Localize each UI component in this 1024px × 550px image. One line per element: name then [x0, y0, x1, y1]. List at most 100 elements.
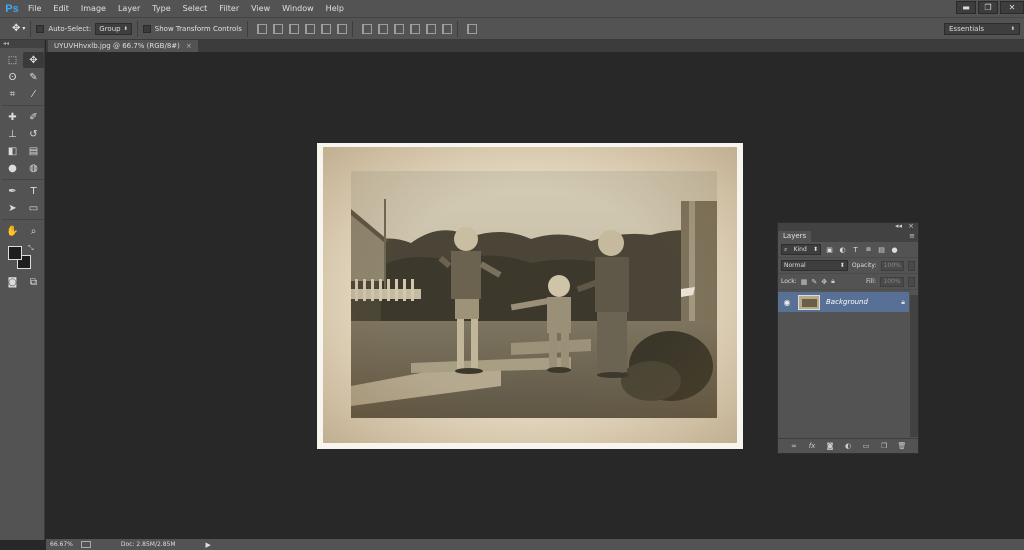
filter-toggle-icon[interactable]: ● [890, 245, 899, 254]
menu-edit[interactable]: Edit [47, 0, 75, 17]
tab-layers[interactable]: Layers [778, 231, 812, 242]
auto-align-icon[interactable] [466, 23, 477, 34]
show-transform-option[interactable]: Show Transform Controls [142, 24, 242, 33]
lasso-tool-icon[interactable]: ʘ [2, 69, 23, 85]
layers-scrollbar[interactable] [910, 295, 918, 437]
new-group-icon[interactable]: ▭ [861, 442, 871, 450]
tools-panel-header[interactable]: ◂◂ [0, 40, 44, 48]
align-bottom-icon[interactable] [288, 23, 299, 34]
distribute-top-icon[interactable] [361, 23, 372, 34]
blur-tool-icon[interactable]: ● [2, 160, 23, 176]
auto-select-checkbox[interactable] [36, 24, 45, 33]
divider [2, 219, 44, 220]
history-brush-tool-icon[interactable]: ↺ [23, 126, 44, 142]
lock-all-icon[interactable]: 🔒︎ [831, 277, 835, 286]
lock-image-icon[interactable]: ✎ [811, 278, 817, 286]
foreground-color-swatch[interactable] [8, 246, 22, 260]
adjustment-filter-icon[interactable]: ◐ [838, 245, 847, 254]
clone-stamp-tool-icon[interactable]: ⊥ [2, 126, 23, 142]
opacity-input[interactable]: 100% [880, 260, 905, 271]
zoom-tool-icon[interactable]: ⌕ [23, 223, 44, 239]
menu-help[interactable]: Help [320, 0, 350, 17]
layer-row[interactable]: ◉ Background 🔒︎ [778, 292, 909, 312]
gradient-tool-icon[interactable]: ▤ [23, 143, 44, 159]
distribute-vcenter-icon[interactable] [377, 23, 388, 34]
align-vcenter-icon[interactable] [272, 23, 283, 34]
dodge-tool-icon[interactable]: ◍ [23, 160, 44, 176]
pixel-filter-icon[interactable]: ▣ [825, 245, 834, 254]
menu-layer[interactable]: Layer [112, 0, 146, 17]
swap-colors-icon[interactable]: ⤡ [28, 244, 34, 253]
menu-image[interactable]: Image [75, 0, 112, 17]
close-tab-icon[interactable]: × [186, 42, 192, 50]
lock-position-icon[interactable]: ✥ [821, 278, 827, 286]
quick-select-tool-icon[interactable]: ✎ [23, 69, 44, 85]
eraser-tool-icon[interactable]: ◧ [2, 143, 23, 159]
delete-layer-icon[interactable]: 🗑︎ [897, 442, 907, 450]
kind-label: Kind [793, 246, 807, 253]
path-selection-tool-icon[interactable]: ➤ [2, 200, 23, 216]
quick-mask-icon[interactable]: ◙ [2, 274, 23, 290]
menu-view[interactable]: View [245, 0, 276, 17]
fill-slider-toggle[interactable] [908, 276, 915, 287]
shape-filter-icon[interactable]: ⧈ [864, 245, 873, 254]
visibility-eye-icon[interactable]: ◉ [782, 298, 792, 307]
restore-button[interactable]: ❐ [978, 1, 998, 14]
distribute-bottom-icon[interactable] [393, 23, 404, 34]
adjustment-layer-icon[interactable]: ◐ [843, 442, 853, 450]
align-left-icon[interactable] [304, 23, 315, 34]
menu-type[interactable]: Type [146, 0, 176, 17]
options-bar: ✥ ▾ Auto-Select: Group ⬍ Show Transform C… [0, 17, 1024, 40]
move-icon: ✥ [12, 23, 21, 34]
move-tool-icon[interactable]: ✥ [23, 52, 44, 68]
type-filter-icon[interactable]: T [851, 245, 860, 254]
link-layers-icon[interactable]: ∞ [789, 442, 799, 450]
type-tool-icon[interactable]: T [23, 183, 44, 199]
screen-mode-icon[interactable]: ⧉ [23, 274, 44, 290]
hand-tool-icon[interactable]: ✋ [2, 223, 23, 239]
minimize-button[interactable]: ▬ [956, 1, 976, 14]
zoom-level[interactable]: 66.67% [50, 541, 73, 548]
distribute-right-icon[interactable] [441, 23, 452, 34]
marquee-tool-icon[interactable]: ⬚ [2, 52, 23, 68]
menu-filter[interactable]: Filter [213, 0, 245, 17]
eyedropper-tool-icon[interactable]: ⁄ [23, 86, 44, 102]
align-top-icon[interactable] [256, 23, 267, 34]
align-hcenter-icon[interactable] [320, 23, 331, 34]
show-transform-checkbox[interactable] [142, 24, 151, 33]
panel-menu-icon[interactable]: ≡ [909, 231, 915, 242]
rectangle-tool-icon[interactable]: ▭ [23, 200, 44, 216]
menu-select[interactable]: Select [177, 0, 214, 17]
workspace-dropdown[interactable]: Essentials ⬍ [944, 23, 1020, 35]
auto-select-dropdown[interactable]: Group ⬍ [95, 22, 132, 35]
lock-transparent-icon[interactable]: ▦ [801, 278, 808, 286]
fill-input[interactable]: 100% [880, 276, 904, 287]
layer-kind-filter[interactable]: ⌕ Kind ⬍ [781, 244, 821, 255]
close-window-button[interactable]: ✕ [1000, 1, 1024, 14]
menu-file[interactable]: File [22, 0, 47, 17]
add-mask-icon[interactable]: ◙ [825, 442, 835, 450]
move-tool-preset[interactable]: ✥ ▾ [12, 23, 25, 34]
layer-style-icon[interactable]: fx [807, 442, 817, 450]
smart-object-filter-icon[interactable]: ▤ [877, 245, 886, 254]
distribute-hcenter-icon[interactable] [425, 23, 436, 34]
blend-mode-dropdown[interactable]: Normal ⬍ [781, 260, 848, 271]
fill-label: Fill: [865, 278, 876, 285]
document-tab[interactable]: UYUVHhvxlb.jpg @ 66.7% (RGB/8#) × [48, 40, 198, 52]
collapse-panel-icon[interactable]: ◂◂ [895, 222, 902, 230]
crop-tool-icon[interactable]: ⌗ [2, 86, 23, 102]
brush-tool-icon[interactable]: ✐ [23, 109, 44, 125]
pen-tool-icon[interactable]: ✒ [2, 183, 23, 199]
healing-brush-tool-icon[interactable]: ✚ [2, 109, 23, 125]
align-right-icon[interactable] [336, 23, 347, 34]
auto-select-option[interactable]: Auto-Select: [36, 24, 91, 33]
status-menu-arrow-icon[interactable]: ▶ [206, 541, 211, 549]
layers-panel-titlebar[interactable]: ◂◂ × [778, 222, 918, 231]
new-layer-icon[interactable]: ❐ [879, 442, 889, 450]
layer-name[interactable]: Background [826, 298, 895, 306]
opacity-slider-toggle[interactable] [908, 260, 915, 271]
close-panel-icon[interactable]: × [908, 222, 914, 230]
distribute-left-icon[interactable] [409, 23, 420, 34]
menu-window[interactable]: Window [276, 0, 320, 17]
document-canvas[interactable] [317, 143, 743, 449]
